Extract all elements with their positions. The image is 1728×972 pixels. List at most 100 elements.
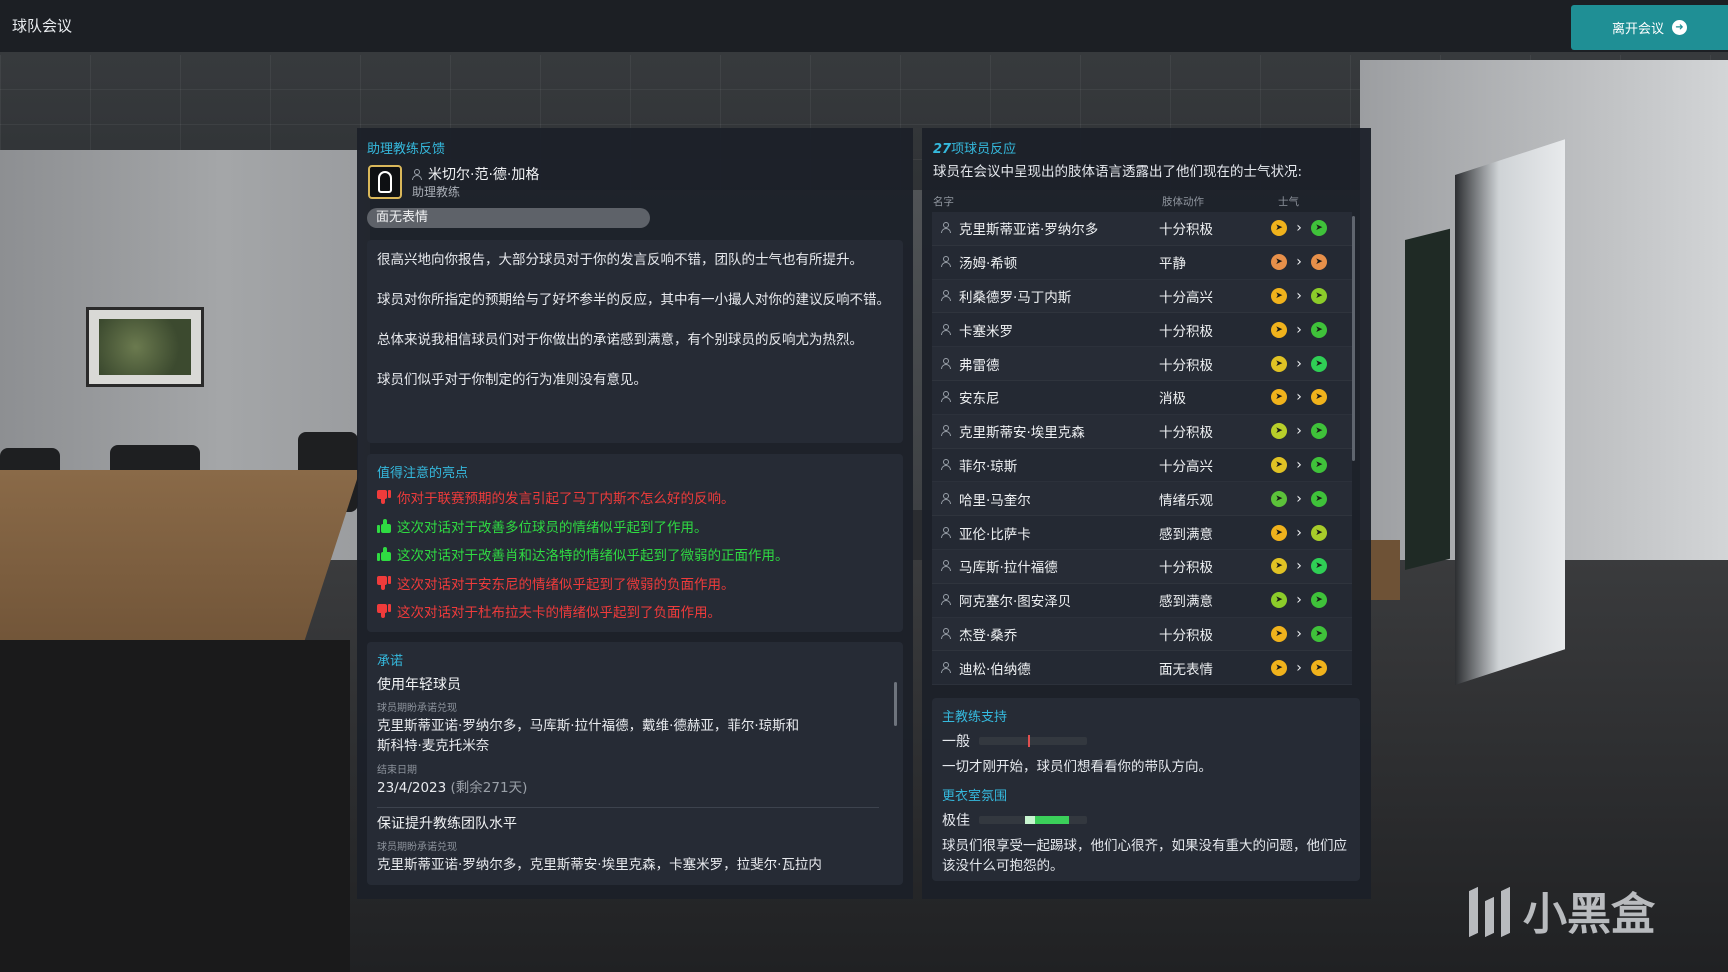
highlights-list: 你对于联赛预期的发言引起了马丁内斯不怎么好的反响。 这次对话对于改善多位球员的情绪… bbox=[377, 483, 893, 626]
chevron-right-icon: › bbox=[1296, 220, 1302, 237]
chevron-right-icon: › bbox=[1296, 524, 1302, 541]
morale-before-icon: ➤ bbox=[1271, 456, 1287, 473]
highlight-item: 你对于联赛预期的发言引起了马丁内斯不怎么好的反响。 bbox=[377, 483, 893, 512]
player-name[interactable]: 弗雷德 bbox=[959, 354, 1159, 374]
promise-remaining: (剩余271天) bbox=[450, 780, 528, 796]
player-row[interactable]: 弗雷德 十分积极 ➤ › ➤ bbox=[932, 347, 1352, 381]
person-icon bbox=[941, 457, 955, 473]
player-row[interactable]: 马库斯·拉什福德 十分积极 ➤ › ➤ bbox=[932, 549, 1352, 584]
player-name[interactable]: 利桑德罗·马丁内斯 bbox=[959, 286, 1159, 306]
person-icon bbox=[941, 254, 955, 270]
player-reactions-panel: 27项球员反应 球员在会议中呈现出的肢体语言透露出了他们现在的士气状况: 名字 … bbox=[922, 128, 1371, 899]
coach-role: 助理教练 bbox=[412, 185, 461, 199]
chevron-right-icon: › bbox=[1296, 287, 1302, 304]
morale-after-icon: ➤ bbox=[1311, 389, 1327, 406]
watermark-text: 小黑盒 bbox=[1523, 889, 1655, 940]
tactics-board-dark bbox=[1405, 228, 1450, 570]
player-row[interactable]: 利桑德罗·马丁内斯 十分高兴 ➤ › ➤ bbox=[932, 279, 1352, 314]
coach-name[interactable]: 米切尔·范·德·加格 bbox=[412, 164, 539, 184]
morale-after-icon: ➤ bbox=[1311, 524, 1327, 541]
atmosphere-text: 球员们很享受一起踢球，他们心很齐，如果没有重大的问题，他们应该没什么可抱怨的。 bbox=[942, 838, 1347, 874]
player-name[interactable]: 迪松·伯纳德 bbox=[959, 658, 1159, 678]
player-name[interactable]: 卡塞米罗 bbox=[959, 320, 1159, 340]
player-name[interactable]: 阿克塞尔·图安泽贝 bbox=[959, 590, 1159, 610]
column-header-morale[interactable]: 士气 bbox=[1278, 194, 1299, 209]
heybox-logo-icon bbox=[1465, 881, 1517, 939]
player-body-language: 十分高兴 bbox=[1159, 458, 1213, 475]
highlight-text: 这次对话对于改善肖和达洛特的情绪似乎起到了微弱的正面作用。 bbox=[397, 548, 789, 565]
player-row[interactable]: 卡塞米罗 十分积极 ➤ › ➤ bbox=[932, 313, 1352, 348]
player-row[interactable]: 汤姆·希顿 平静 ➤ › ➤ bbox=[932, 245, 1352, 280]
promises-title: 承诺 bbox=[377, 654, 404, 669]
player-name[interactable]: 克里斯蒂亚诺·罗纳尔多 bbox=[959, 218, 1159, 238]
thumbs-up-icon bbox=[377, 547, 391, 562]
person-icon bbox=[941, 356, 955, 372]
coach-avatar[interactable] bbox=[368, 165, 402, 199]
feedback-paragraph: 球员对你所指定的预期给与了好坏参半的反应，其中有一小撮人对你的建议反响不错。 bbox=[377, 292, 890, 308]
morale-before-icon: ➤ bbox=[1271, 220, 1287, 237]
player-name[interactable]: 马库斯·拉什福德 bbox=[959, 556, 1159, 576]
atmosphere-title: 更衣室氛围 bbox=[942, 789, 1008, 804]
person-icon bbox=[941, 389, 955, 405]
player-name[interactable]: 杰登·桑乔 bbox=[959, 624, 1159, 644]
player-body-language: 十分积极 bbox=[1159, 357, 1213, 374]
leave-meeting-label: 离开会议 bbox=[1611, 22, 1664, 37]
promise-expect-label: 球员期盼承诺兑现 bbox=[377, 842, 457, 853]
column-header-body[interactable]: 肢体动作 bbox=[1162, 194, 1204, 209]
morale-after-icon: ➤ bbox=[1311, 592, 1327, 609]
chevron-right-icon: › bbox=[1296, 355, 1302, 372]
promise-title: 保证提升教练团队水平 bbox=[377, 816, 517, 832]
morale-before-icon: ➤ bbox=[1271, 321, 1287, 338]
support-level-row: 一般 bbox=[942, 731, 1350, 751]
arrow-right-icon: ➜ bbox=[1672, 20, 1687, 35]
player-name[interactable]: 汤姆·希顿 bbox=[959, 252, 1159, 272]
manager-support-box: 主教练支持 一般 一切才刚开始，球员们想看看你的带队方向。 更衣室氛围 极佳 球… bbox=[932, 698, 1360, 881]
morale-after-icon: ➤ bbox=[1311, 355, 1327, 372]
highlight-item: 这次对话对于改善肖和达洛特的情绪似乎起到了微弱的正面作用。 bbox=[377, 540, 893, 569]
player-name[interactable]: 克里斯蒂安·埃里克森 bbox=[959, 421, 1159, 441]
player-name[interactable]: 哈里·马奎尔 bbox=[959, 489, 1159, 509]
morale-before-icon: ➤ bbox=[1271, 592, 1287, 609]
player-row[interactable]: 阿克塞尔·图安泽贝 感到满意 ➤ › ➤ bbox=[932, 583, 1352, 618]
atmosphere-meter-fill bbox=[1030, 816, 1069, 824]
morale-before-icon: ➤ bbox=[1271, 254, 1287, 271]
morale-after-icon: ➤ bbox=[1311, 254, 1327, 271]
support-title: 主教练支持 bbox=[942, 710, 1008, 725]
player-body-language: 十分积极 bbox=[1159, 222, 1213, 239]
player-row[interactable]: 克里斯蒂安·埃里克森 十分积极 ➤ › ➤ bbox=[932, 414, 1352, 449]
column-header-name[interactable]: 名字 bbox=[933, 194, 954, 209]
player-name[interactable]: 安东尼 bbox=[959, 387, 1159, 407]
support-text: 一切才刚开始，球员们想看看你的带队方向。 bbox=[942, 759, 1212, 775]
morale-after-icon: ➤ bbox=[1311, 287, 1327, 304]
morale-before-icon: ➤ bbox=[1271, 389, 1287, 406]
highlights-title: 值得注意的亮点 bbox=[377, 466, 469, 481]
player-row[interactable]: 菲尔·琼斯 十分高兴 ➤ › ➤ bbox=[932, 448, 1352, 483]
promise-title: 使用年轻球员 bbox=[377, 677, 461, 693]
morale-before-icon: ➤ bbox=[1271, 355, 1287, 372]
player-body-language: 感到满意 bbox=[1159, 526, 1213, 543]
promises-box: 承诺 使用年轻球员 球员期盼承诺兑现 克里斯蒂亚诺·罗纳尔多，马库斯·拉什福德，… bbox=[367, 642, 903, 885]
player-row[interactable]: 迪松·伯纳德 面无表情 ➤ › ➤ bbox=[932, 651, 1352, 686]
player-name[interactable]: 菲尔·琼斯 bbox=[959, 455, 1159, 475]
reactions-scrollbar[interactable] bbox=[1352, 216, 1355, 461]
chevron-right-icon: › bbox=[1296, 389, 1302, 406]
morale-before-icon: ➤ bbox=[1271, 659, 1287, 676]
morale-before-icon: ➤ bbox=[1271, 524, 1287, 541]
chevron-right-icon: › bbox=[1296, 659, 1302, 676]
player-body-language: 平静 bbox=[1159, 256, 1186, 273]
player-body-language: 面无表情 bbox=[1159, 661, 1213, 678]
promises-scrollbar[interactable] bbox=[894, 682, 897, 726]
player-row[interactable]: 杰登·桑乔 十分积极 ➤ › ➤ bbox=[932, 617, 1352, 652]
player-row[interactable]: 克里斯蒂亚诺·罗纳尔多 十分积极 ➤ › ➤ bbox=[932, 212, 1352, 246]
player-name[interactable]: 亚伦·比萨卡 bbox=[959, 523, 1159, 543]
reactions-count: 27 bbox=[933, 142, 952, 157]
player-row[interactable]: 哈里·马奎尔 情绪乐观 ➤ › ➤ bbox=[932, 482, 1352, 517]
player-row[interactable]: 亚伦·比萨卡 感到满意 ➤ › ➤ bbox=[932, 516, 1352, 550]
leave-meeting-button[interactable]: 离开会议 ➜ bbox=[1571, 5, 1728, 50]
player-body-language: 消极 bbox=[1159, 391, 1186, 408]
chevron-right-icon: › bbox=[1296, 423, 1302, 440]
table-front bbox=[0, 640, 350, 972]
player-row[interactable]: 安东尼 消极 ➤ › ➤ bbox=[932, 380, 1352, 415]
morale-before-icon: ➤ bbox=[1271, 625, 1287, 642]
coach-name-text: 米切尔·范·德·加格 bbox=[428, 167, 540, 183]
